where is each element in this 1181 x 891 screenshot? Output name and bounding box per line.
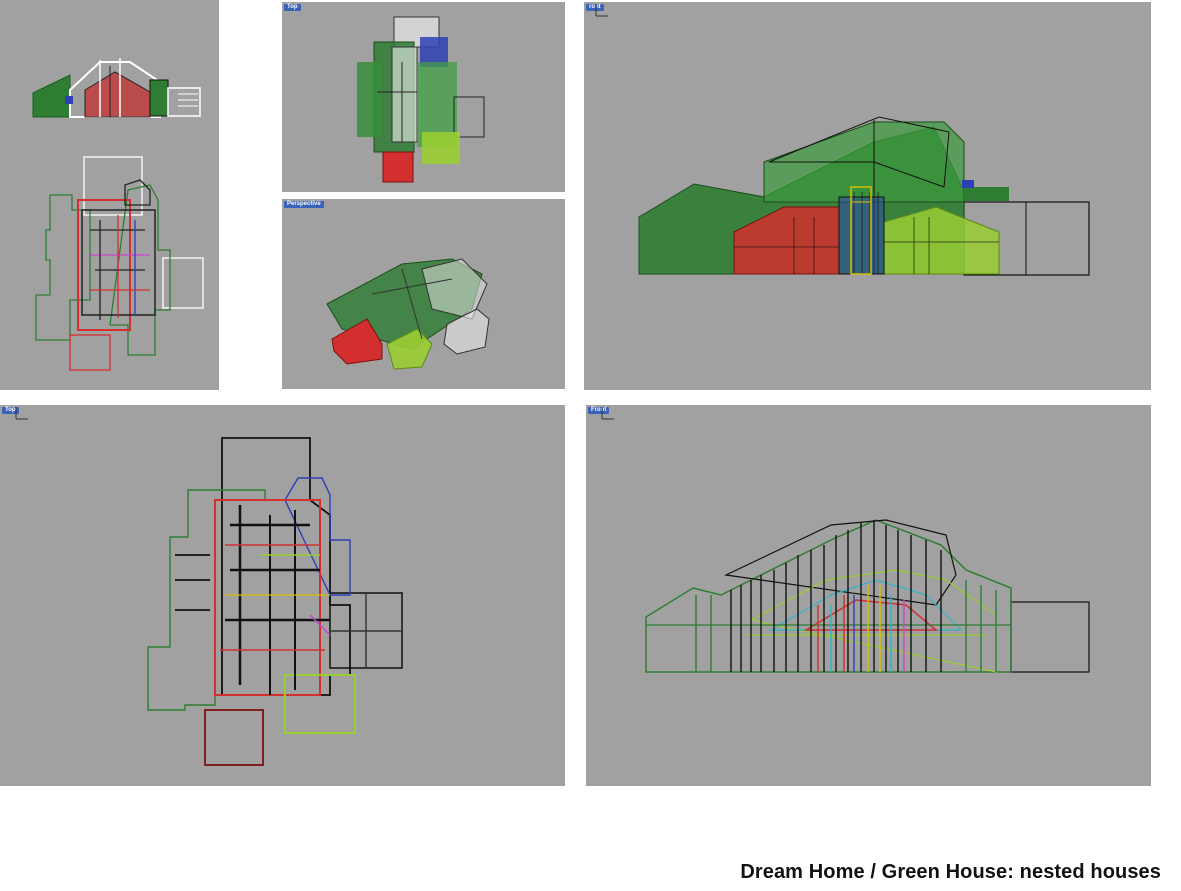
top-small-drawing — [357, 16, 485, 183]
axis-icon — [15, 407, 28, 420]
axis-icon — [601, 407, 614, 420]
front-bottom-drawing — [645, 519, 1090, 673]
axis-icon — [595, 4, 608, 17]
viewport-label[interactable]: Top — [284, 4, 301, 11]
front-right-drawing — [638, 116, 1090, 276]
viewport-top-small[interactable]: Top — [282, 2, 565, 192]
viewport-perspective-small[interactable]: Perspective — [282, 199, 565, 389]
page-caption: Dream Home / Green House: nested houses — [740, 861, 1161, 883]
left-plan-sketch — [35, 156, 204, 371]
perspective-small-drawing — [326, 258, 490, 370]
viewport-label[interactable]: Perspective — [284, 201, 324, 208]
viewport-left-panel[interactable] — [0, 0, 219, 390]
viewport-front-right[interactable]: ront — [584, 2, 1151, 390]
top-bottom-drawing — [147, 437, 403, 766]
left-elevation-sketch — [32, 58, 201, 118]
left-panel-drawing — [32, 58, 204, 371]
viewport-top-bottom[interactable]: Top — [0, 405, 565, 786]
viewport-front-bottom[interactable]: Front — [586, 405, 1151, 786]
